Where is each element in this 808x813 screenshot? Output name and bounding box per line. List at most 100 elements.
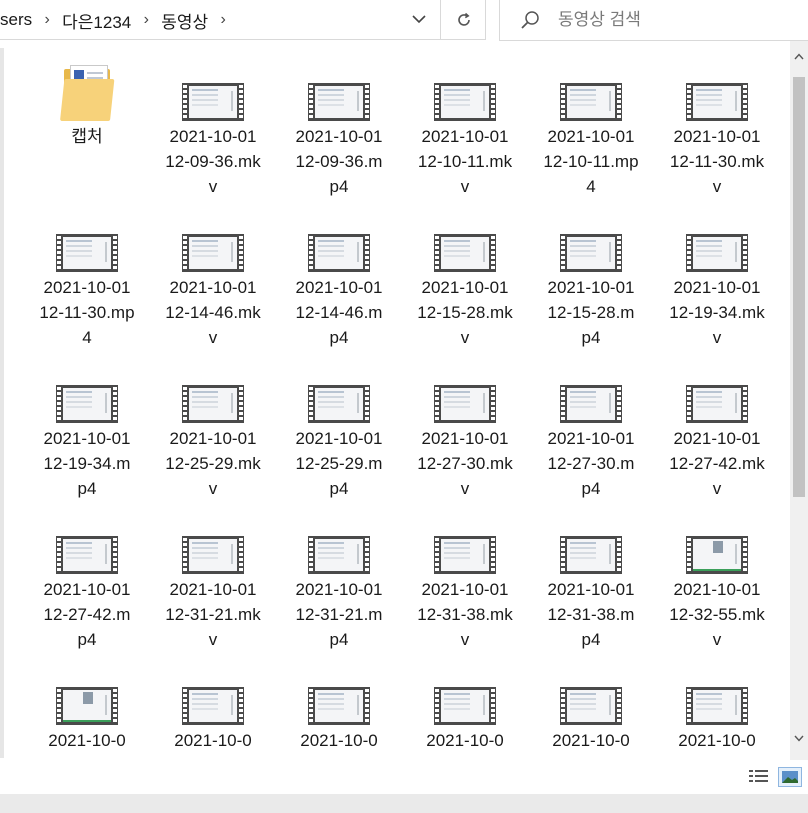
item-name: 2021-10-01 12-14-46.mp4 [295,278,383,347]
video-thumbnail-icon [434,385,496,423]
item-name: 2021-10-01 12-31-21.mp4 [295,580,383,649]
item-name: 2021-10-01 12-09-36.mkv [165,127,261,196]
video-file-item[interactable]: 2021-10-01 12-09-36.mp4 [276,54,402,205]
breadcrumb-separator-icon[interactable]: › [210,11,236,29]
item-thumbnail [560,356,622,425]
item-thumbnail [60,54,115,123]
video-file-item[interactable]: 2021-10-01 12-27-30.mkv [402,356,528,507]
video-thumbnail-icon [182,687,244,725]
video-file-item[interactable]: 2021-10-01 12-25-29.mp4 [276,356,402,507]
item-name: 2021-10-01 12-25-29.mkv [165,429,261,498]
video-file-item[interactable]: 2021-10-01 12-31-21.mp4 [276,507,402,658]
video-thumbnail-icon [434,687,496,725]
search-input[interactable] [556,9,780,31]
item-name: 2021-10-01 12-31-38.mkv [417,580,513,649]
video-file-item[interactable]: 2021-10-01 12-14-46.mp4 [276,205,402,356]
item-thumbnail [56,356,118,425]
folder-item[interactable]: 캡처 [24,54,150,205]
refresh-button[interactable] [440,0,486,39]
item-thumbnail [686,54,748,123]
item-thumbnail [56,507,118,576]
video-file-item[interactable]: 2021-10-01 12-31-21.mkv [150,507,276,658]
address-bar[interactable]: sers › 다은1234 › 동영상 › [0,0,486,40]
video-thumbnail-icon [56,536,118,574]
video-file-item[interactable]: 2021-10-01 12-11-30.mkv [654,54,780,205]
file-view[interactable]: 캡처 2021-10-01 12-09-36.mkv 2021-10-01 12-0… [0,41,790,760]
video-file-item[interactable]: 2021-10-0 [402,658,528,760]
video-file-item[interactable]: 2021-10-01 12-10-11.mp4 [528,54,654,205]
video-file-item[interactable]: 2021-10-0 [654,658,780,760]
details-view-icon [749,770,768,782]
item-thumbnail [434,507,496,576]
item-thumbnail [182,205,244,274]
video-file-item[interactable]: 2021-10-01 12-10-11.mkv [402,54,528,205]
video-file-item[interactable]: 2021-10-0 [24,658,150,760]
item-thumbnail [182,658,244,727]
video-thumbnail-icon [434,536,496,574]
large-icons-view-icon [782,771,798,783]
video-file-item[interactable]: 2021-10-0 [528,658,654,760]
item-name: 2021-10-0 [300,731,378,750]
video-file-item[interactable]: 2021-10-01 12-27-42.mp4 [24,507,150,658]
video-thumbnail-icon [560,385,622,423]
item-name: 2021-10-01 12-15-28.mp4 [547,278,635,347]
item-thumbnail [560,54,622,123]
item-name: 2021-10-01 12-14-46.mkv [165,278,261,347]
video-file-item[interactable]: 2021-10-01 12-27-30.mp4 [528,356,654,507]
video-file-item[interactable]: 2021-10-01 12-09-36.mkv [150,54,276,205]
item-name: 2021-10-01 12-27-42.mkv [669,429,765,498]
item-thumbnail [434,356,496,425]
item-name: 2021-10-01 12-32-55.mkv [669,580,765,649]
scroll-up-button[interactable] [790,53,808,69]
video-file-item[interactable]: 2021-10-01 12-14-46.mkv [150,205,276,356]
video-thumbnail-icon [182,536,244,574]
item-name: 2021-10-01 12-27-30.mp4 [547,429,635,498]
video-thumbnail-icon [560,83,622,121]
video-file-item[interactable]: 2021-10-01 12-19-34.mp4 [24,356,150,507]
video-file-item[interactable]: 2021-10-01 12-27-42.mkv [654,356,780,507]
video-file-item[interactable]: 2021-10-01 12-31-38.mp4 [528,507,654,658]
item-thumbnail [56,205,118,274]
file-grid: 캡처 2021-10-01 12-09-36.mkv 2021-10-01 12-0… [24,54,780,760]
video-file-item[interactable]: 2021-10-01 12-19-34.mkv [654,205,780,356]
item-name: 2021-10-0 [426,731,504,750]
breadcrumb-separator-icon[interactable]: › [133,11,159,29]
item-name: 2021-10-01 12-11-30.mp4 [39,278,135,347]
address-history-button[interactable] [400,0,438,39]
search-box[interactable] [499,0,808,41]
scroll-down-button[interactable] [790,735,808,751]
item-thumbnail [308,507,370,576]
details-view-button[interactable] [748,767,770,787]
video-file-item[interactable]: 2021-10-01 12-11-30.mp4 [24,205,150,356]
video-thumbnail-icon [686,83,748,121]
item-name: 2021-10-01 12-10-11.mp4 [543,127,639,196]
video-file-item[interactable]: 2021-10-0 [276,658,402,760]
breadcrumb-videos[interactable]: 동영상 [159,8,210,33]
video-file-item[interactable]: 2021-10-01 12-25-29.mkv [150,356,276,507]
video-file-item[interactable]: 2021-10-01 12-31-38.mkv [402,507,528,658]
video-file-item[interactable]: 2021-10-0 [150,658,276,760]
video-thumbnail-icon [686,687,748,725]
item-thumbnail [182,507,244,576]
scroll-thumb[interactable] [793,77,805,497]
item-name: 2021-10-01 12-11-30.mkv [669,127,765,196]
video-thumbnail-icon [434,83,496,121]
video-file-item[interactable]: 2021-10-01 12-15-28.mkv [402,205,528,356]
vertical-scrollbar[interactable] [790,41,808,760]
item-thumbnail [560,658,622,727]
search-icon [520,10,540,30]
breadcrumb-separator-icon[interactable]: › [34,11,60,29]
video-file-item[interactable]: 2021-10-01 12-15-28.mp4 [528,205,654,356]
large-icons-view-button[interactable] [778,767,802,787]
video-thumbnail-icon [434,234,496,272]
video-thumbnail-icon [56,385,118,423]
refresh-icon [457,12,470,26]
breadcrumb-users[interactable]: sers [0,10,34,30]
item-thumbnail [434,54,496,123]
breadcrumb-user-folder[interactable]: 다은1234 [60,8,133,33]
item-name: 2021-10-01 12-09-36.mp4 [295,127,383,196]
item-name: 2021-10-0 [174,731,252,750]
video-file-item[interactable]: 2021-10-01 12-32-55.mkv [654,507,780,658]
item-thumbnail [686,507,748,576]
video-thumbnail-icon [182,83,244,121]
